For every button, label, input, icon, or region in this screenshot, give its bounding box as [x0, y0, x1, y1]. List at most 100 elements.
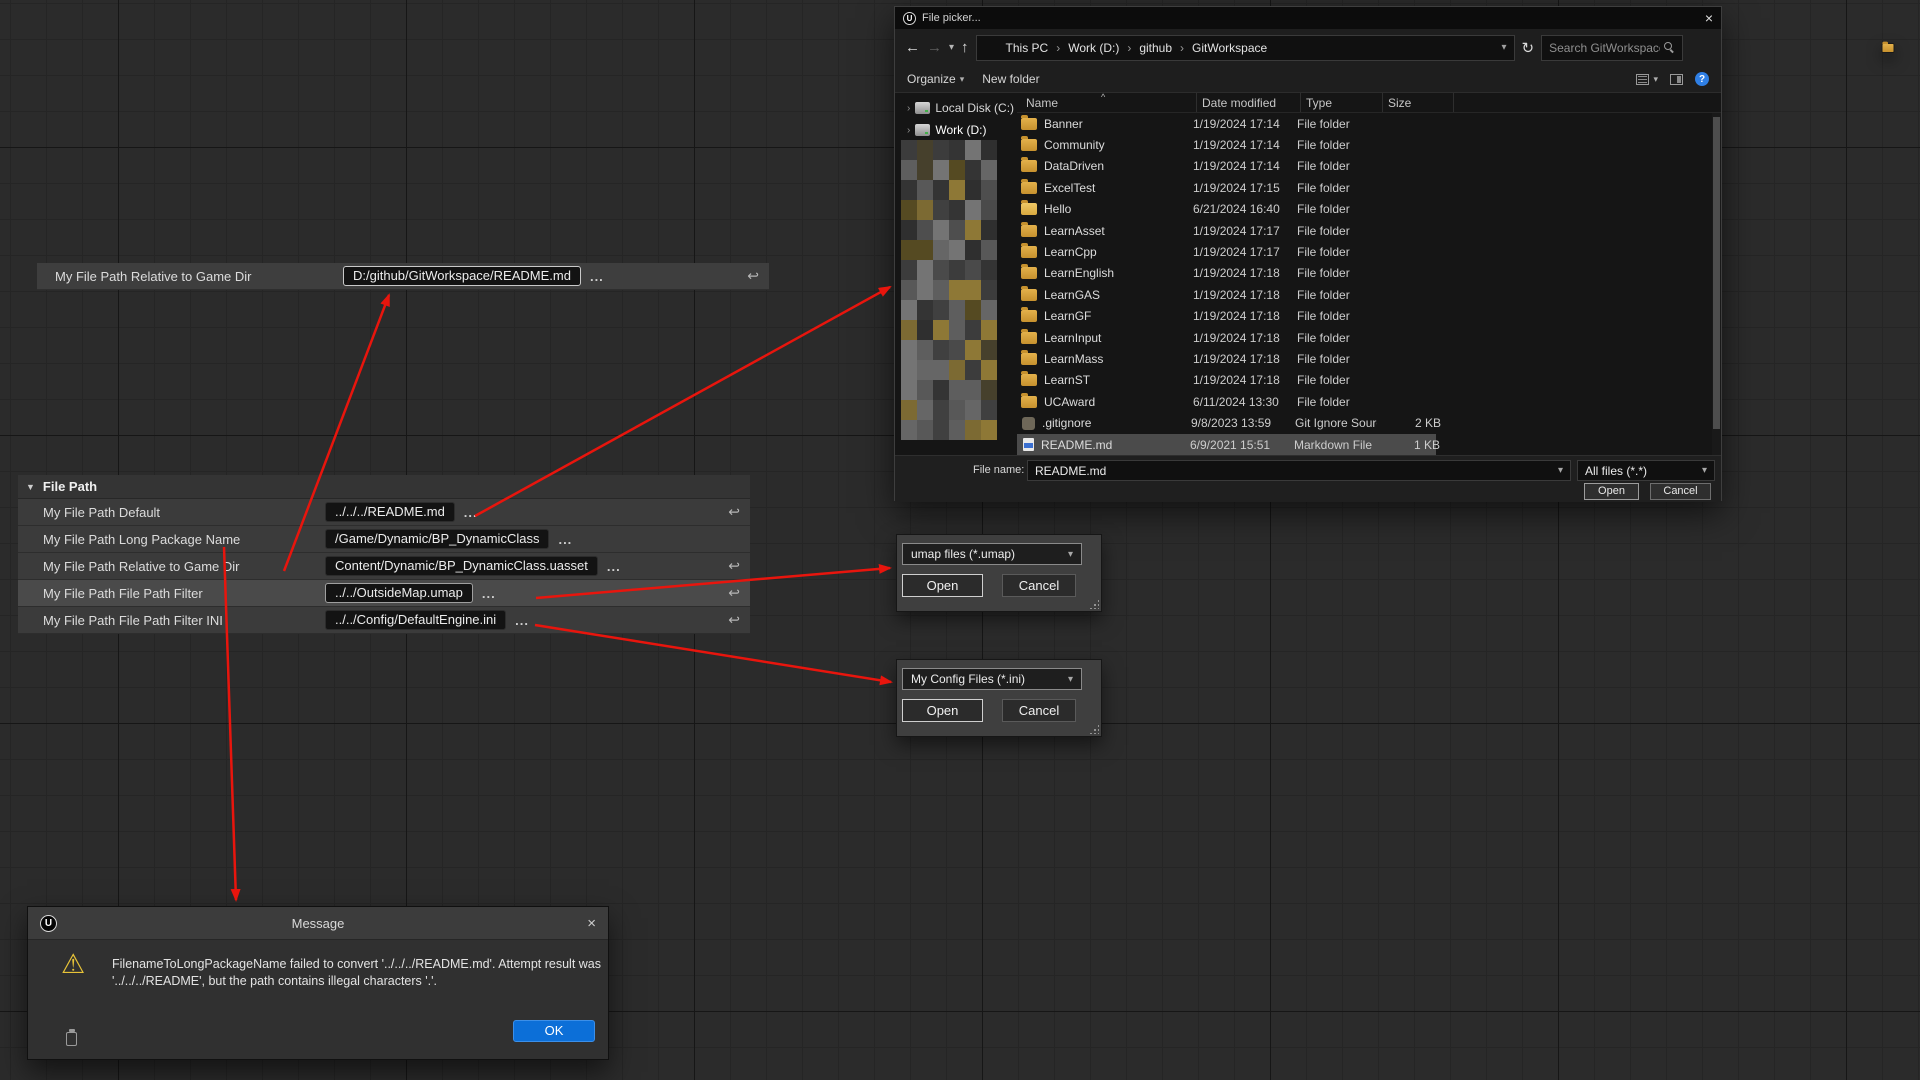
copy-to-clipboard-icon[interactable] — [66, 1032, 77, 1046]
file-row[interactable]: LearnEnglish1/19/2024 17:18File folder — [1017, 263, 1711, 284]
file-row[interactable]: Banner1/19/2024 17:14File folder — [1017, 113, 1711, 134]
address-bar[interactable]: This PC›Work (D:)›github›GitWorkspace ▾ — [976, 35, 1515, 61]
revert-to-default-icon[interactable]: ↩ — [728, 612, 740, 629]
column-header-type[interactable]: Type — [1301, 93, 1383, 112]
file-row[interactable]: LearnAsset1/19/2024 17:17File folder — [1017, 220, 1711, 241]
browse-ellipsis-button[interactable]: ... — [482, 586, 496, 601]
scrollbar[interactable] — [1712, 113, 1721, 455]
expand-chevron-icon[interactable]: › — [907, 103, 910, 114]
file-type-filter-dropdown[interactable]: umap files (*.umap) ▾ — [902, 543, 1082, 565]
censored-pixel — [917, 160, 933, 180]
revert-to-default-icon[interactable]: ↩ — [747, 268, 759, 285]
browse-ellipsis-button[interactable]: ... — [515, 613, 529, 628]
file-row[interactable]: .gitignore9/8/2023 13:59Git Ignore Sourc… — [1017, 412, 1711, 433]
new-folder-button[interactable]: New folder — [982, 72, 1039, 86]
folder-icon — [1021, 267, 1037, 279]
property-row: My File Path Default../../../README.md..… — [18, 499, 750, 526]
censored-pixel — [981, 140, 997, 160]
address-chevron-icon[interactable]: ▾ — [1502, 42, 1507, 53]
open-button[interactable]: Open — [1584, 483, 1639, 500]
column-header-date-modified[interactable]: Date modified — [1197, 93, 1301, 112]
view-mode-button[interactable]: ▾ — [1636, 74, 1658, 85]
file-type-filter-dropdown[interactable]: My Config Files (*.ini) ▾ — [902, 668, 1082, 690]
breadcrumb-item[interactable]: This PC — [1006, 41, 1049, 55]
browse-ellipsis-button[interactable]: ... — [590, 269, 604, 284]
chevron-down-icon[interactable]: ▾ — [1068, 549, 1073, 560]
property-value-field[interactable]: /Game/Dynamic/BP_DynamicClass — [325, 529, 549, 549]
file-row[interactable]: LearnMass1/19/2024 17:18File folder — [1017, 348, 1711, 369]
scrollbar-thumb[interactable] — [1713, 117, 1720, 429]
cancel-button[interactable]: Cancel — [1002, 574, 1076, 597]
open-button[interactable]: Open — [902, 574, 983, 597]
cancel-button[interactable]: Cancel — [1002, 699, 1076, 722]
chevron-down-icon[interactable]: ▾ — [1702, 465, 1707, 476]
chevron-down-icon[interactable]: ▾ — [1068, 674, 1073, 685]
file-name: LearnGF — [1044, 309, 1193, 323]
censored-pixel — [933, 360, 949, 380]
property-value-field[interactable]: ../../../README.md — [325, 502, 455, 522]
column-header-name[interactable]: Name^ — [1021, 93, 1197, 112]
file-row[interactable]: ExcelTest1/19/2024 17:15File folder — [1017, 177, 1711, 198]
breadcrumb-item[interactable]: GitWorkspace — [1192, 41, 1267, 55]
property-value-field[interactable]: D:/github/GitWorkspace/README.md — [343, 266, 581, 286]
resize-grip[interactable] — [1089, 599, 1099, 609]
back-icon[interactable]: ← — [905, 39, 920, 56]
revert-to-default-icon[interactable]: ↩ — [728, 558, 740, 575]
tree-item[interactable]: ›Local Disk (C:) — [895, 97, 1017, 119]
breadcrumb-item[interactable]: Work (D:) — [1068, 41, 1119, 55]
property-value-field[interactable]: Content/Dynamic/BP_DynamicClass.uasset — [325, 556, 598, 576]
file-row[interactable]: DataDriven1/19/2024 17:14File folder — [1017, 156, 1711, 177]
file-type: File folder — [1297, 266, 1379, 280]
cancel-button[interactable]: Cancel — [1650, 483, 1711, 500]
revert-to-default-icon[interactable]: ↩ — [728, 504, 740, 521]
category-header[interactable]: ▼ File Path — [18, 475, 750, 499]
recent-locations-chevron-icon[interactable]: ▾ — [949, 42, 954, 53]
forward-icon[interactable]: → — [927, 39, 942, 56]
file-name-combobox[interactable]: README.md ▾ — [1027, 460, 1571, 481]
browse-ellipsis-button[interactable]: ... — [464, 505, 478, 520]
censored-pixel — [981, 280, 997, 300]
file-row[interactable]: Community1/19/2024 17:14File folder — [1017, 134, 1711, 155]
file-row[interactable]: LearnST1/19/2024 17:18File folder — [1017, 370, 1711, 391]
browse-ellipsis-button[interactable]: ... — [558, 532, 572, 547]
help-icon[interactable]: ? — [1695, 72, 1709, 86]
file-row[interactable]: LearnGAS1/19/2024 17:18File folder — [1017, 284, 1711, 305]
column-header-size[interactable]: Size — [1383, 93, 1454, 112]
breadcrumb-item[interactable]: github — [1139, 41, 1172, 55]
censored-pixel — [949, 340, 965, 360]
censored-pixel — [917, 280, 933, 300]
file-row[interactable]: Hello6/21/2024 16:40File folder — [1017, 199, 1711, 220]
tree-item[interactable]: ›Work (D:) — [895, 119, 1017, 141]
file-row[interactable]: README.md6/9/2021 15:51Markdown File1 KB — [1017, 434, 1711, 455]
file-name: README.md — [1041, 438, 1190, 452]
resize-grip[interactable] — [1089, 724, 1099, 734]
close-icon[interactable]: × — [1705, 10, 1713, 26]
folder-icon — [1021, 160, 1037, 172]
file-type-combobox[interactable]: All files (*.*) ▾ — [1577, 460, 1715, 481]
preview-pane-icon[interactable] — [1670, 74, 1683, 85]
search-box[interactable] — [1541, 35, 1683, 61]
censored-pixel — [917, 300, 933, 320]
refresh-icon[interactable]: ↻ — [1522, 39, 1535, 57]
title-bar[interactable]: U File picker... × — [895, 7, 1721, 29]
file-row[interactable]: UCAward6/11/2024 13:30File folder — [1017, 391, 1711, 412]
property-value-field[interactable]: ../../OutsideMap.umap — [325, 583, 473, 603]
title-bar[interactable]: Message U × — [28, 907, 608, 940]
expand-chevron-icon[interactable]: › — [907, 125, 910, 136]
organize-menu[interactable]: Organize ▾ — [907, 72, 964, 86]
property-value-field[interactable]: ../../Config/DefaultEngine.ini — [325, 610, 506, 630]
revert-to-default-icon[interactable]: ↩ — [728, 585, 740, 602]
ok-button[interactable]: OK — [513, 1020, 595, 1042]
open-button[interactable]: Open — [902, 699, 983, 722]
expand-arrow-icon[interactable]: ▼ — [26, 482, 35, 492]
browse-ellipsis-button[interactable]: ... — [607, 559, 621, 574]
file-row[interactable]: LearnCpp1/19/2024 17:17File folder — [1017, 241, 1711, 262]
close-icon[interactable]: × — [587, 915, 596, 932]
file-row[interactable]: LearnGF1/19/2024 17:18File folder — [1017, 306, 1711, 327]
breadcrumb: This PC›Work (D:)›github›GitWorkspace — [1006, 41, 1268, 55]
chevron-down-icon[interactable]: ▾ — [1558, 465, 1563, 476]
up-icon[interactable]: ↑ — [961, 39, 969, 56]
file-row[interactable]: LearnInput1/19/2024 17:18File folder — [1017, 327, 1711, 348]
censored-pixel — [949, 280, 965, 300]
search-input[interactable] — [1549, 41, 1660, 55]
